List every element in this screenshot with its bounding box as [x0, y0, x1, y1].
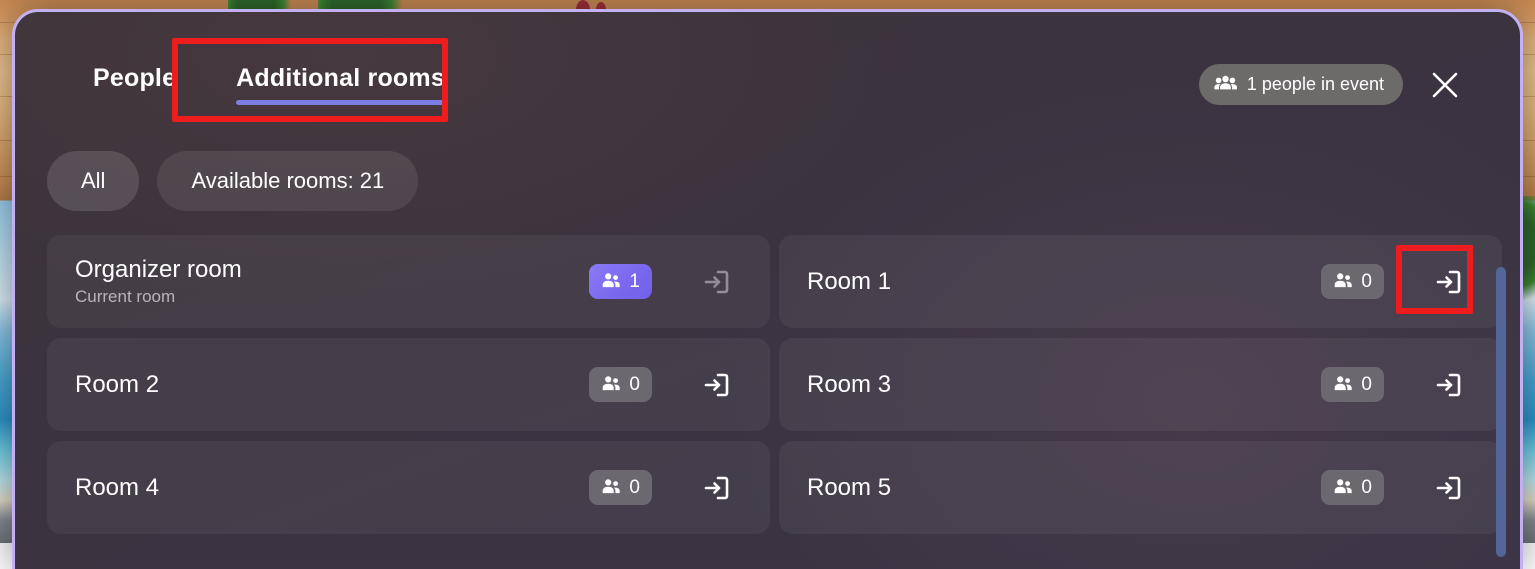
room-name: Room 2: [75, 371, 589, 399]
room-subtitle: Current room: [75, 287, 589, 307]
rooms-grid: Organizer room Current room 1: [15, 235, 1520, 534]
filter-chip-all-label: All: [81, 168, 105, 194]
room-card-room-5[interactable]: Room 5 0: [779, 441, 1502, 534]
enter-room-button[interactable]: [1422, 461, 1476, 515]
room-name: Room 4: [75, 474, 589, 502]
filter-chip-available-rooms[interactable]: Available rooms: 21: [157, 151, 418, 211]
room-card-room-4[interactable]: Room 4 0: [47, 441, 770, 534]
room-occupancy-badge: 0: [589, 470, 652, 505]
enter-room-icon: [700, 368, 734, 402]
people-icon: [1333, 376, 1353, 393]
tab-people[interactable]: People: [63, 56, 206, 111]
close-icon: [1430, 70, 1460, 100]
enter-room-icon: [700, 471, 734, 505]
people-icon: [601, 376, 621, 393]
room-name: Room 5: [807, 474, 1321, 502]
room-name: Organizer room: [75, 256, 589, 284]
room-card-room-3[interactable]: Room 3 0: [779, 338, 1502, 431]
enter-room-icon: [1432, 265, 1466, 299]
people-icon: [1333, 273, 1353, 290]
filter-chip-all[interactable]: All: [47, 151, 139, 211]
enter-room-button[interactable]: [1422, 358, 1476, 412]
room-occupancy-badge: 1: [589, 264, 652, 299]
rooms-scrollbar-track[interactable]: [1496, 259, 1506, 569]
enter-room-icon: [1432, 368, 1466, 402]
filter-chip-available-rooms-label: Available rooms: 21: [191, 168, 384, 194]
rooms-scrollbar-thumb[interactable]: [1496, 267, 1506, 557]
enter-room-button[interactable]: [1422, 255, 1476, 309]
enter-room-button[interactable]: [690, 358, 744, 412]
tab-people-label: People: [93, 64, 176, 92]
room-occupancy-count: 0: [629, 374, 640, 396]
active-tab-indicator: [236, 100, 445, 105]
rooms-panel-dialog: People Additional rooms 1 people in even…: [12, 9, 1523, 569]
enter-room-button: [690, 255, 744, 309]
people-icon: [1333, 479, 1353, 496]
room-text-block: Organizer room Current room: [75, 256, 589, 308]
tab-additional-rooms-label: Additional rooms: [236, 64, 445, 92]
people-icon: [601, 479, 621, 496]
enter-room-button[interactable]: [690, 461, 744, 515]
room-card-organizer-room[interactable]: Organizer room Current room 1: [47, 235, 770, 328]
room-occupancy-badge: 0: [589, 367, 652, 402]
room-card-room-1[interactable]: Room 1 0: [779, 235, 1502, 328]
room-occupancy-badge: 0: [1321, 264, 1384, 299]
room-name: Room 1: [807, 268, 1321, 296]
enter-room-icon: [1432, 471, 1466, 505]
rooms-scroll-area[interactable]: Organizer room Current room 1: [15, 235, 1520, 569]
tab-additional-rooms[interactable]: Additional rooms: [206, 56, 475, 111]
room-occupancy-count: 1: [629, 271, 640, 293]
room-text-block: Room 5: [807, 474, 1321, 502]
people-group-icon: [1214, 75, 1237, 94]
room-card-room-2[interactable]: Room 2 0: [47, 338, 770, 431]
tab-bar: People Additional rooms: [63, 56, 475, 111]
room-text-block: Room 4: [75, 474, 589, 502]
people-in-event-label: 1 people in event: [1247, 74, 1384, 95]
room-occupancy-count: 0: [629, 477, 640, 499]
room-text-block: Room 3: [807, 371, 1321, 399]
room-filter-chips: All Available rooms: 21: [47, 151, 418, 211]
room-occupancy-count: 0: [1361, 477, 1372, 499]
room-text-block: Room 2: [75, 371, 589, 399]
room-occupancy-badge: 0: [1321, 367, 1384, 402]
room-name: Room 3: [807, 371, 1321, 399]
room-text-block: Room 1: [807, 268, 1321, 296]
enter-room-icon: [700, 265, 734, 299]
close-button[interactable]: [1425, 65, 1465, 105]
room-occupancy-count: 0: [1361, 271, 1372, 293]
people-in-event-badge[interactable]: 1 people in event: [1199, 64, 1403, 105]
room-occupancy-badge: 0: [1321, 470, 1384, 505]
people-icon: [601, 273, 621, 290]
room-occupancy-count: 0: [1361, 374, 1372, 396]
panel-header: People Additional rooms 1 people in even…: [15, 12, 1520, 138]
